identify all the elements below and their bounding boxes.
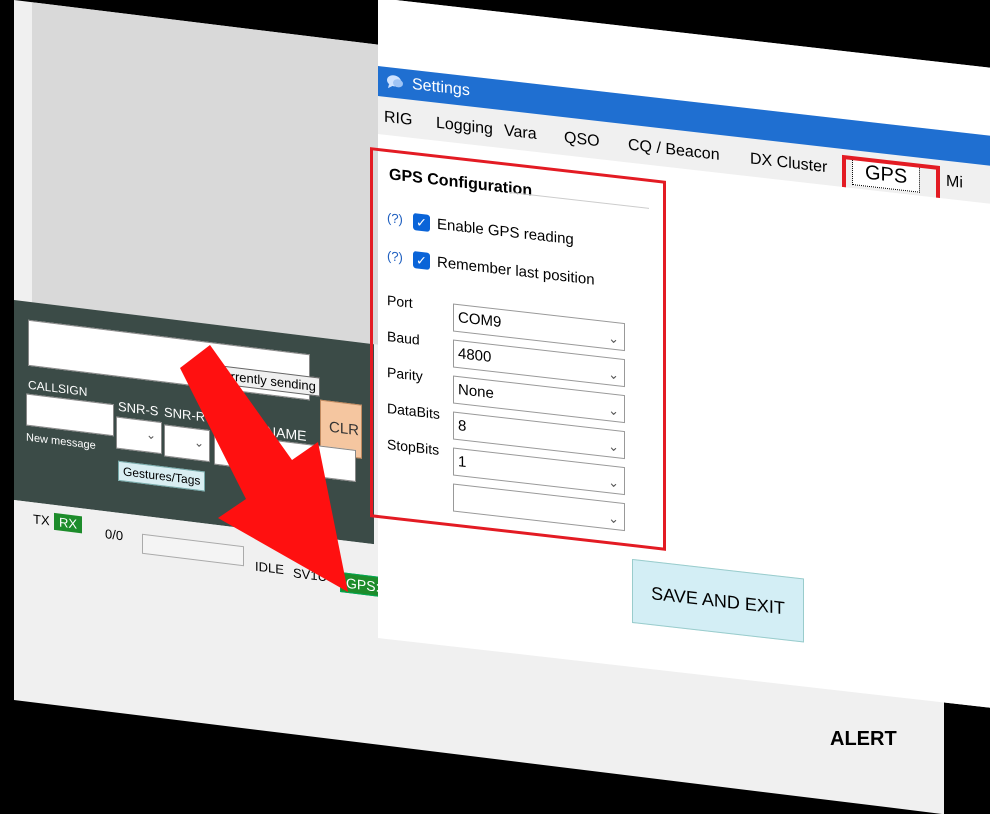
red-arrow-annotation [180,345,348,592]
screenshot-scene: Currently sending CLR CALLSIGN SNR-S SNR… [0,0,990,814]
arrow-shape [180,345,348,592]
